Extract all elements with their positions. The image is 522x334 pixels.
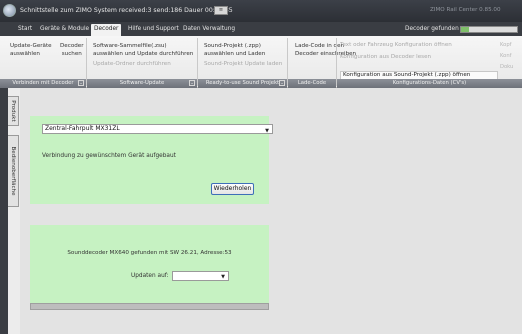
decoder-search-button[interactable]: Decoder suchen xyxy=(60,42,84,58)
tab-decoder[interactable]: Decoder xyxy=(91,24,122,36)
device-select[interactable]: Zentral-Fahrpult MX31ZL ▼ xyxy=(42,124,273,134)
group-connect-text: Verbinden mit Decoder xyxy=(12,80,74,86)
group-software-update-label: Software-Update ⌄ xyxy=(87,79,197,88)
menu-bar: Start Geräte & Module Decoder Hilfe und … xyxy=(0,22,522,36)
app-version: ZIMO Rail Center 0.85.00 xyxy=(430,7,501,13)
progress-fill xyxy=(461,27,470,32)
update-devices-button[interactable]: Update-Geräte auswählen xyxy=(10,42,52,58)
group-launcher-icon[interactable]: ⌄ xyxy=(189,80,195,86)
right-dim-button[interactable]: Kopf xyxy=(500,42,511,48)
software-disabled-button[interactable]: Update-Ordner durchführen xyxy=(93,60,171,68)
update-to-select[interactable]: ▼ xyxy=(172,271,229,281)
side-strip xyxy=(0,88,8,334)
group-launcher-icon[interactable]: ⌄ xyxy=(279,80,285,86)
open-config-button[interactable]: Text oder Fahrzeug Konfiguration öffnen xyxy=(340,41,452,49)
tab-help-support[interactable]: Hilfe und Support xyxy=(125,24,182,36)
app-logo-icon xyxy=(3,4,16,17)
group-load-code-label: Lade-Code xyxy=(288,79,336,88)
ribbon: Update-Geräte auswählen Decoder suchen V… xyxy=(0,36,522,88)
read-config-button[interactable]: Konfiguration aus Decoder lesen xyxy=(340,53,431,61)
tab-devices-modules[interactable]: Geräte & Module xyxy=(37,24,92,36)
side-tab-produkt[interactable]: Produkt xyxy=(8,96,19,126)
group-config-text: Konfigurations-Daten (CV's) xyxy=(392,80,467,86)
group-launcher-icon[interactable]: ⌄ xyxy=(78,80,84,86)
tab-data-management[interactable]: Daten Verwaltung xyxy=(180,24,238,36)
update-to-label: Updaten auf: xyxy=(131,273,169,279)
decoder-info-text: Sounddecoder MX640 gefunden mit SW 26.21… xyxy=(67,250,232,256)
right-dim-button[interactable]: Doku xyxy=(500,64,513,70)
software-collection-button[interactable]: Software-Sammelfile(.zsu) auswählen und … xyxy=(93,42,193,58)
group-load-code-text: Lade-Code xyxy=(297,80,327,86)
connection-status-text: Verbindung zu gewünschtem Gerät aufgebau… xyxy=(42,153,176,159)
title-menu-button[interactable]: ≡ xyxy=(214,6,228,15)
chevron-down-icon: ▼ xyxy=(265,128,269,134)
sound-project-button[interactable]: Sound-Projekt (.zpp) auswählen und Laden xyxy=(204,42,265,58)
group-connect-label: Verbinden mit Decoder ⌄ xyxy=(0,79,86,88)
sound-update-disabled-button[interactable]: Sound-Projekt Update laden xyxy=(204,60,282,68)
group-sound-label: Ready-to-use Sound Projekt ⌄ xyxy=(198,79,287,88)
update-progress-bar xyxy=(30,303,269,310)
window-title: Schnittstelle zum ZIMO System received:3… xyxy=(20,7,233,14)
title-bar: Schnittstelle zum ZIMO System received:3… xyxy=(0,0,522,22)
decoder-status-label: Decoder gefunden xyxy=(405,26,459,32)
side-tab-label: Bedienoberfläche xyxy=(10,146,16,196)
connection-panel: Zentral-Fahrpult MX31ZL ▼ Verbindung zu … xyxy=(30,116,273,204)
group-sound-text: Ready-to-use Sound Projekt xyxy=(205,80,280,86)
side-tab-label: Produkt xyxy=(10,100,16,122)
retry-button[interactable]: Wiederholen xyxy=(211,183,254,195)
side-tab-bedienoberflaeche[interactable]: Bedienoberfläche xyxy=(8,135,19,207)
update-panel: Sounddecoder MX640 gefunden mit SW 26.21… xyxy=(30,225,269,310)
group-software-update-text: Software-Update xyxy=(119,80,165,86)
decoder-progress-bar xyxy=(460,26,518,33)
tab-start[interactable]: Start xyxy=(15,24,35,36)
device-select-value: Zentral-Fahrpult MX31ZL xyxy=(45,125,120,132)
right-dim-button[interactable]: Konf xyxy=(500,53,511,59)
chevron-down-icon: ▼ xyxy=(221,274,225,280)
group-config-label: Konfigurations-Daten (CV's) xyxy=(337,79,522,88)
